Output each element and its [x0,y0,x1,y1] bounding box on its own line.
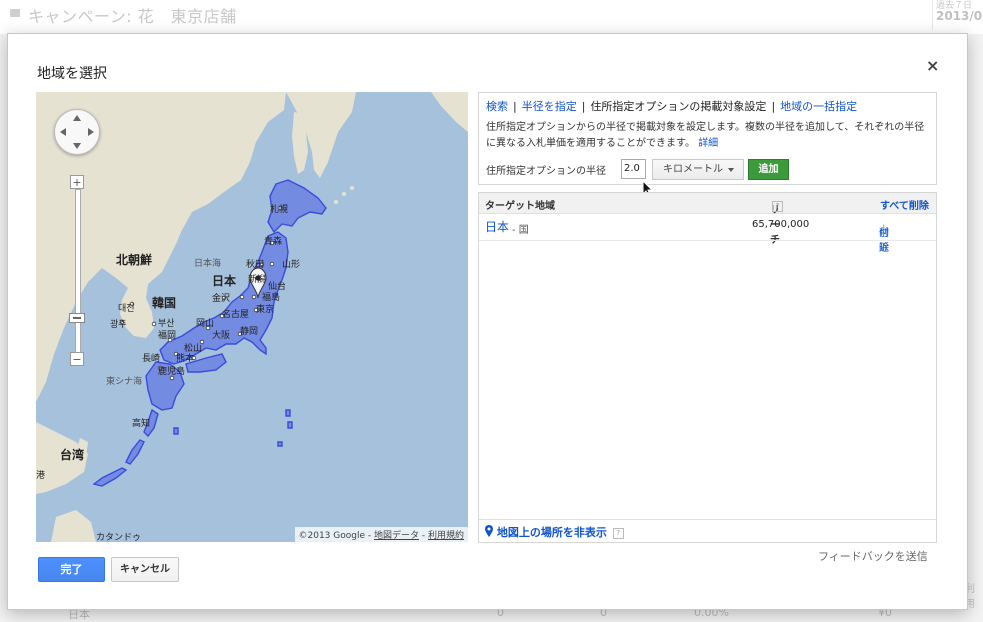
date-range-value[interactable]: 2013/03 [936,9,983,23]
cancel-button[interactable]: キャンセル [111,557,179,582]
tab-bulk[interactable]: 地域の一括指定 [780,100,857,113]
map-label-daejeon: 대전 [118,304,135,314]
help-icon[interactable]: ? [612,527,624,539]
copyright-separator: - [419,531,428,541]
tab-search[interactable]: 検索 [486,100,508,113]
map-label-aomori: 青森 [264,237,283,247]
dialog-title: 地域を選択 [37,66,107,82]
toggle-map-places-link[interactable]: 地図上の場所を非表示 ? [485,524,624,540]
map-label-yamagata: 山形 [282,260,301,270]
map-label-gwangju: 광주 [110,320,127,330]
map-label-japan: 日本 [212,274,237,288]
map-label-niigata: 新潟 [248,275,267,285]
details-link[interactable]: 詳細 [698,138,718,149]
map-canvas[interactable] [36,92,468,542]
page-header: キャンペーン: 花 東京店舗 過去７日 2013/03 [0,0,983,34]
copyright-text: ©2013 Google - [298,531,374,541]
tab-radius[interactable]: 半径を指定 [522,100,577,113]
close-icon[interactable]: × [926,56,939,75]
map-label-sea-of-japan: 日本海 [194,259,222,269]
terms-link[interactable]: 利用規約 [428,531,464,541]
map-pin-icon [485,525,493,537]
add-button[interactable]: 追加 [748,159,789,180]
zoom-slider-track[interactable] [75,189,81,361]
send-feedback-link[interactable]: フィードバックを送信 [818,548,928,564]
target-type: - 国 [512,225,529,236]
nearby-link[interactable]: 付近 [879,224,889,254]
map-label-kumamoto: 熊本 [176,354,195,364]
location-select-dialog: 地域を選択 × 北朝鮮 韓国 日本 台湾 日本海 東シナ海 대전 광주 부산 秋… [7,33,968,610]
map-label-osaka: 大阪 [212,331,231,341]
zoom-out-button[interactable]: − [70,352,84,366]
campaign-title: キャンペーン: 花 東京店舗 [28,7,237,26]
chevron-down-icon [728,168,734,172]
pan-arrows-icon [60,115,94,149]
option-description: 住所指定オプションからの半径で掲載対象を設定します。複数の半径を追加して、それぞ… [486,120,932,152]
tab-separator: | [513,100,517,113]
unit-dropdown[interactable]: キロメートル [652,159,744,180]
map-pan-control[interactable] [54,109,100,155]
target-panel-footer: 地図上の場所を非表示 ? [479,519,936,542]
radius-input[interactable]: 2.0 [621,159,646,179]
target-locations-panel: ターゲット地域 リーチ? すべて削除 日本 - 国 65,700,000 削除 |… [478,192,937,543]
map-label-taiwan: 台湾 [60,448,85,462]
zoom-in-button[interactable]: + [70,175,84,189]
map-label-tokyo: 東京 [256,305,275,315]
map-label-hongkong: 港 [36,471,46,481]
map-label-north-korea: 北朝鮮 [116,253,153,267]
map-label-shizuoka: 静岡 [240,327,259,337]
map-copyright: ©2013 Google - 地図データ - 利用規約 [294,527,468,542]
map-label-fukuoka: 福岡 [158,331,177,341]
tab-separator: | [771,100,776,113]
unit-dropdown-label: キロメートル [663,164,723,175]
target-reach: 65,700,000 [752,219,810,230]
toggle-map-places-label: 地図上の場所を非表示 [496,526,607,539]
map-label-kataduan: カタンドゥ [96,533,142,542]
zoom-slider-handle[interactable] [69,313,85,323]
table-row: 日本 - 国 65,700,000 削除 | 付近 [479,214,936,254]
help-icon[interactable]: ? [772,201,783,212]
target-table-header: ターゲット地域 リーチ? すべて削除 [479,193,936,246]
map-label-kochi: 高知 [132,419,151,429]
remove-all-link[interactable]: すべて削除 [880,197,929,212]
map-label-akita: 秋田 [246,260,265,270]
map-label-kanazawa: 金沢 [212,294,231,304]
map-label-kagoshima: 鹿児島 [158,367,186,377]
target-name-link[interactable]: 日本 [485,218,509,235]
tab-separator: | [581,100,586,113]
map-view[interactable]: 北朝鮮 韓国 日本 台湾 日本海 東シナ海 대전 광주 부산 秋田 青森 札幌 … [36,92,468,542]
map-label-nagoya: 名古屋 [222,310,250,320]
map-data-link[interactable]: 地図データ [374,531,419,541]
map-label-okayama: 岡山 [196,319,215,329]
map-label-east-china-sea: 東シナ海 [106,377,143,387]
map-label-nagasaki: 長崎 [142,354,161,364]
radius-label: 住所指定オプションの半径 [486,166,606,177]
map-label-sapporo: 札幌 [270,205,289,215]
option-tabs: 検索 | 半径を指定 | 住所指定オプションの掲載対象設定 | 地域の一括指定 [486,98,857,114]
location-options-panel: 検索 | 半径を指定 | 住所指定オプションの掲載対象設定 | 地域の一括指定 住所指定オプ… [478,92,937,185]
header-target: ターゲット地域 [485,201,555,212]
map-label-korea: 韓国 [152,296,177,310]
folder-icon [10,9,20,17]
tab-location-extension[interactable]: 住所指定オプションの掲載対象設定 [590,100,766,113]
done-button[interactable]: 完了 [38,557,105,582]
